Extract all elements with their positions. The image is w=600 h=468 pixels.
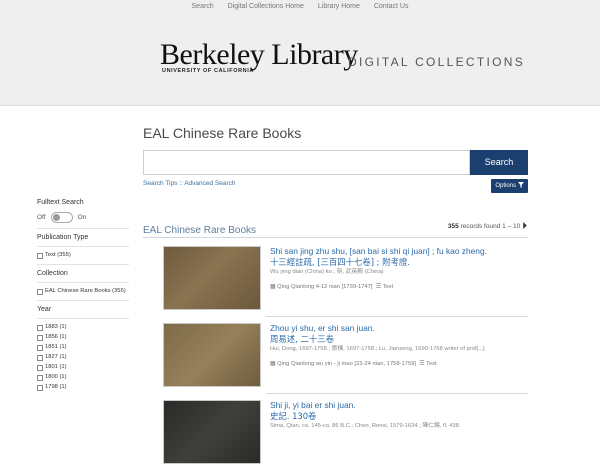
result-item: Shi ji, yi bai er shi juan. 史記. 130卷 Sim… [163,400,528,468]
facet-label: 1827 (1) [45,354,67,360]
result-thumbnail[interactable] [163,400,261,464]
checkbox[interactable] [37,334,43,341]
checkbox[interactable] [37,374,43,381]
calendar-icon: ▦ [270,361,276,367]
facet-label: Text (355) [45,252,71,258]
nav-library-home-link[interactable]: Library Home [318,3,360,10]
result-thumbnail[interactable] [163,246,261,310]
facet-item[interactable]: 1800 (1) [37,374,129,381]
result-body: Shi ji, yi bai er shi juan. 史記. 130卷 Sim… [270,400,528,431]
facet-item[interactable]: 1856 (1) [37,334,129,341]
year-heading: Year [37,306,52,313]
advanced-search-link[interactable]: Advanced Search [184,180,235,187]
divider [37,300,129,301]
results-header: EAL Chinese Rare Books 355 records found… [143,220,528,236]
result-creator: Hui, Dong, 1697-1758.; 惠棟, 1697-1758.; L… [270,346,485,352]
divider [37,318,129,319]
result-tags: ▦ Qing Qianlong 4-12 nian [1739-1747] ☰ … [270,283,528,291]
facet-label: 1798 (1) [45,384,67,390]
result-title-link[interactable]: Shi san jing zhu shu, [san bai si shi qi… [270,246,528,257]
results-count: 355 records found 1 – 10 [448,222,528,230]
facet-item[interactable]: 1801 (1) [37,364,129,371]
publication-type-heading: Publication Type [37,234,89,241]
facet-label: 1883 (1) [45,324,67,330]
fulltext-search-heading: Fulltext Search [37,199,84,206]
results-title: EAL Chinese Rare Books [143,225,257,236]
search-input[interactable] [143,150,470,175]
toggle-on-label: On [77,214,87,221]
facet-label: 1800 (1) [45,374,67,380]
facet-sidebar: Fulltext Search Off On Publication Type … [37,198,129,394]
facet-item[interactable]: 1883 (1) [37,324,129,331]
divider [37,228,129,229]
result-creator: Sima, Qian, ca. 145-ca. 86 B.C.; Chen, R… [270,423,461,429]
facet-item[interactable]: EAL Chinese Rare Books (355) [37,288,129,295]
divider [37,246,129,247]
facet-label: 1801 (1) [45,364,67,370]
berkeley-library-logo[interactable]: Berkeley Library UNIVERSITY OF CALIFORNI… [160,38,358,75]
top-nav: Search Digital Collections Home Library … [0,3,600,10]
logo-subtitle: UNIVERSITY OF CALIFORNIA [162,68,254,74]
toggle-knob [52,214,60,221]
result-type: Text [425,361,437,367]
facet-item[interactable]: 1798 (1) [37,384,129,391]
divider [266,316,528,317]
facet-item[interactable]: 1851 (1) [37,344,129,351]
nav-search-link[interactable]: Search [192,3,214,10]
site-header: Search Digital Collections Home Library … [0,0,600,106]
result-tags: ▦ Qing Qianlong wu yin - ji mao [23-24 n… [270,360,528,368]
result-type: Text [382,284,394,290]
nav-contact-us-link[interactable]: Contact Us [374,3,409,10]
collection-heading: Collection [37,270,68,277]
digital-collections-wordmark: DIGITAL COLLECTIONS [348,55,526,69]
divider [143,237,528,238]
facet-label: 1851 (1) [45,344,67,350]
options-button[interactable]: Options [491,179,528,193]
result-item: Shi san jing zhu shu, [san bai si shi qi… [163,246,528,314]
checkbox[interactable] [37,354,43,361]
search-button[interactable]: Search [470,150,528,175]
results-count-number: 355 [447,223,459,230]
result-body: Shi san jing zhu shu, [san bai si shi qi… [270,246,528,291]
checkbox[interactable] [37,384,43,391]
text-type-icon: ☰ [375,284,381,290]
filter-icon [517,182,524,189]
result-item: Zhou yi shu, er shi san juan. 周易述, 二十三卷 … [163,323,528,391]
options-label: Options [495,183,516,189]
checkbox[interactable] [37,364,43,371]
search-links: Search Tips :: Advanced Search [143,180,236,187]
divider [37,282,129,283]
result-body: Zhou yi shu, er shi san juan. 周易述, 二十三卷 … [270,323,528,368]
results-count-text: records found 1 – 10 [460,223,521,230]
checkbox[interactable] [37,288,43,295]
result-title-cjk-link[interactable]: 十三經註疏, [三百四十七卷] ; 附考證. [270,257,528,268]
next-page-icon[interactable] [522,222,528,230]
facet-label: 1856 (1) [45,334,67,340]
result-title-cjk-link[interactable]: 史記. 130卷 [270,411,528,422]
result-title-link[interactable]: Zhou yi shu, er shi san juan. [270,323,528,334]
facet-item[interactable]: Text (355) [37,252,129,259]
result-creator: Wu ying dian (China) ko.; 刻, 武英殿 (China) [270,269,384,275]
checkbox[interactable] [37,344,43,351]
result-date: Qing Qianlong wu yin - ji mao [23-24 nia… [277,361,416,367]
result-thumbnail[interactable] [163,323,261,387]
text-type-icon: ☰ [419,361,425,367]
result-date: Qing Qianlong 4-12 nian [1739-1747] [277,284,373,290]
result-title-link[interactable]: Shi ji, yi bai er shi juan. [270,400,528,411]
checkbox[interactable] [37,252,43,259]
result-title-cjk-link[interactable]: 周易述, 二十三卷 [270,334,528,345]
divider [37,264,129,265]
fulltext-toggle-row: Off On [37,212,129,223]
nav-digital-collections-home-link[interactable]: Digital Collections Home [228,3,304,10]
toggle-off-label: Off [37,214,46,221]
facet-item[interactable]: 1827 (1) [37,354,129,361]
page-title: EAL Chinese Rare Books [143,125,302,141]
fulltext-toggle[interactable] [50,212,73,223]
divider [266,393,528,394]
logo-wordmark: Berkeley Library [160,38,358,71]
checkbox[interactable] [37,324,43,331]
calendar-icon: ▦ [270,284,276,290]
search-tips-link[interactable]: Search Tips [143,180,177,187]
facet-label: EAL Chinese Rare Books (355) [45,288,126,294]
